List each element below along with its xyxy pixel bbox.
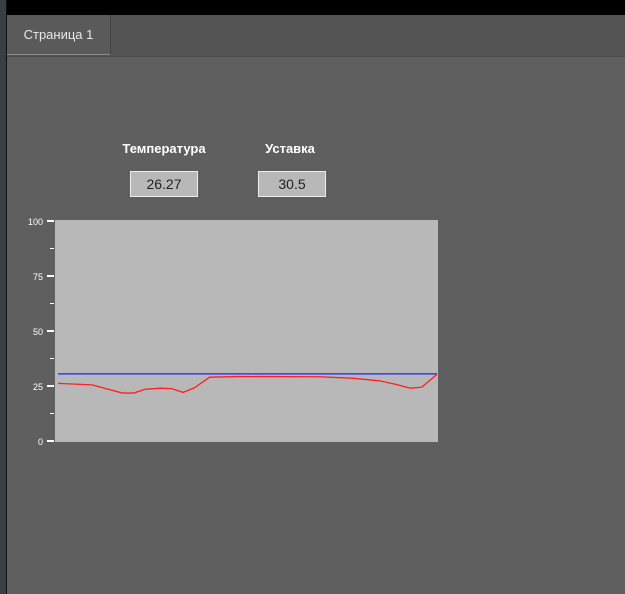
y-tick-label: 0 [38, 437, 43, 447]
tab-bar: Страница 1 [7, 15, 625, 57]
setpoint-label: Уставка [265, 141, 315, 156]
y-tick-label: 100 [28, 217, 43, 227]
setpoint-value[interactable]: 30.5 [258, 171, 326, 197]
window-top-bar [0, 0, 625, 15]
y-tick-label: 50 [33, 327, 43, 337]
tab-page-1[interactable]: Страница 1 [7, 15, 111, 55]
plot-area [55, 220, 438, 442]
temperature-label: Температура [122, 141, 206, 156]
temperature-value: 26.27 [130, 171, 198, 197]
trend-chart: 0 25 50 75 100 [28, 217, 438, 447]
y-tick-label: 75 [33, 272, 43, 282]
y-tick-label: 25 [33, 382, 43, 392]
